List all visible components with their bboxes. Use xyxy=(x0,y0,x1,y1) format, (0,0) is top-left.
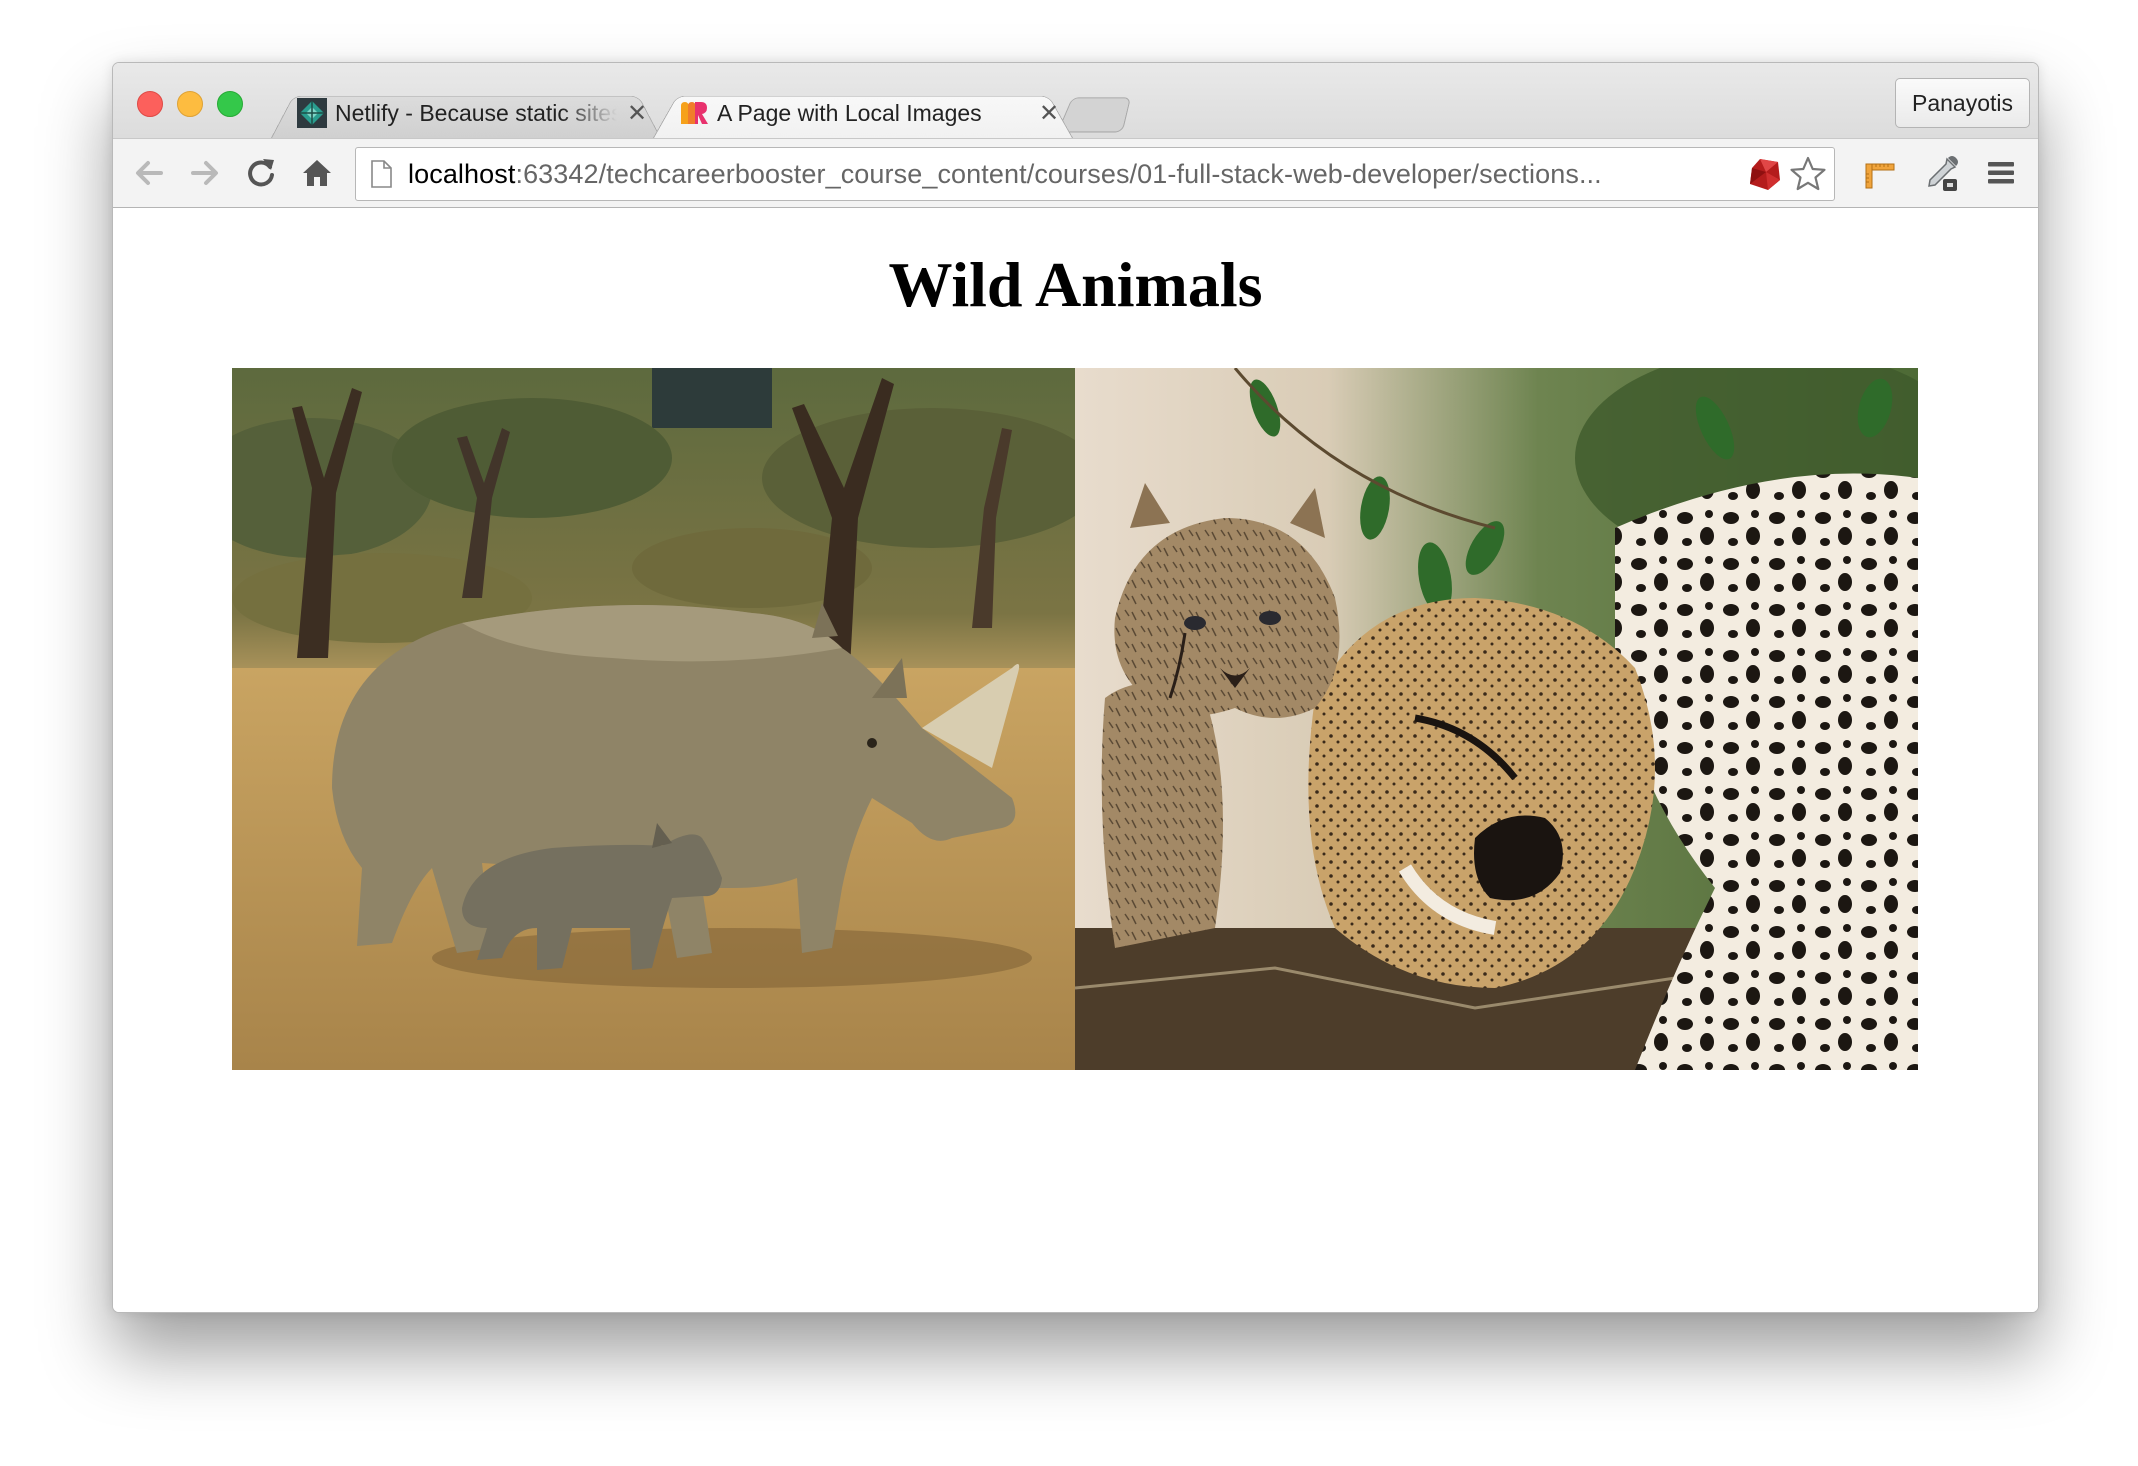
menu-icon[interactable] xyxy=(1981,153,2021,193)
zoom-window-button[interactable] xyxy=(217,91,243,117)
cheetah-image xyxy=(1075,368,1918,1070)
eyedropper-extension-icon[interactable] xyxy=(1921,153,1961,193)
forward-arrow-icon[interactable] xyxy=(185,153,225,193)
profile-button[interactable]: Panayotis xyxy=(1894,78,2030,128)
browser-window: Netlify - Because static sites ✕ A Page … xyxy=(112,62,2039,1313)
page-icon xyxy=(371,160,392,188)
bookmark-star-icon[interactable] xyxy=(1788,154,1828,194)
url-path: :63342/techcareerbooster_course_content/… xyxy=(515,158,1602,189)
rhino-image xyxy=(232,368,1075,1070)
page-heading: Wild Animals xyxy=(888,249,1263,320)
page-content: Wild Animals xyxy=(113,208,2038,1312)
address-bar[interactable]: localhost:63342/techcareerbooster_course… xyxy=(355,147,1835,201)
ruler-extension-icon[interactable] xyxy=(1859,153,1899,193)
reload-icon[interactable] xyxy=(241,153,281,193)
jetbrains-icon xyxy=(681,102,708,124)
back-arrow-icon[interactable] xyxy=(129,153,169,193)
tab-title: A Page with Local Images xyxy=(717,99,982,126)
url-host: localhost xyxy=(408,158,516,189)
tab-local-images[interactable]: A Page with Local Images ✕ xyxy=(653,88,1073,138)
netlify-icon xyxy=(297,98,327,128)
tab-close-icon[interactable]: ✕ xyxy=(627,99,647,128)
close-window-button[interactable] xyxy=(137,91,163,117)
new-tab-button[interactable] xyxy=(1057,96,1131,133)
tab-close-icon[interactable]: ✕ xyxy=(1039,99,1059,128)
tab-title: Netlify - Because static sites xyxy=(335,99,617,126)
tab-netlify[interactable]: Netlify - Because static sites ✕ xyxy=(271,88,661,138)
browser-toolbar: localhost:63342/techcareerbooster_course… xyxy=(113,138,2038,208)
url-text[interactable]: localhost:63342/techcareerbooster_course… xyxy=(408,159,1738,190)
home-icon[interactable] xyxy=(297,153,337,193)
minimize-window-button[interactable] xyxy=(177,91,203,117)
tab-strip: Netlify - Because static sites ✕ A Page … xyxy=(113,63,2038,138)
ruby-extension-icon[interactable] xyxy=(1744,154,1784,194)
